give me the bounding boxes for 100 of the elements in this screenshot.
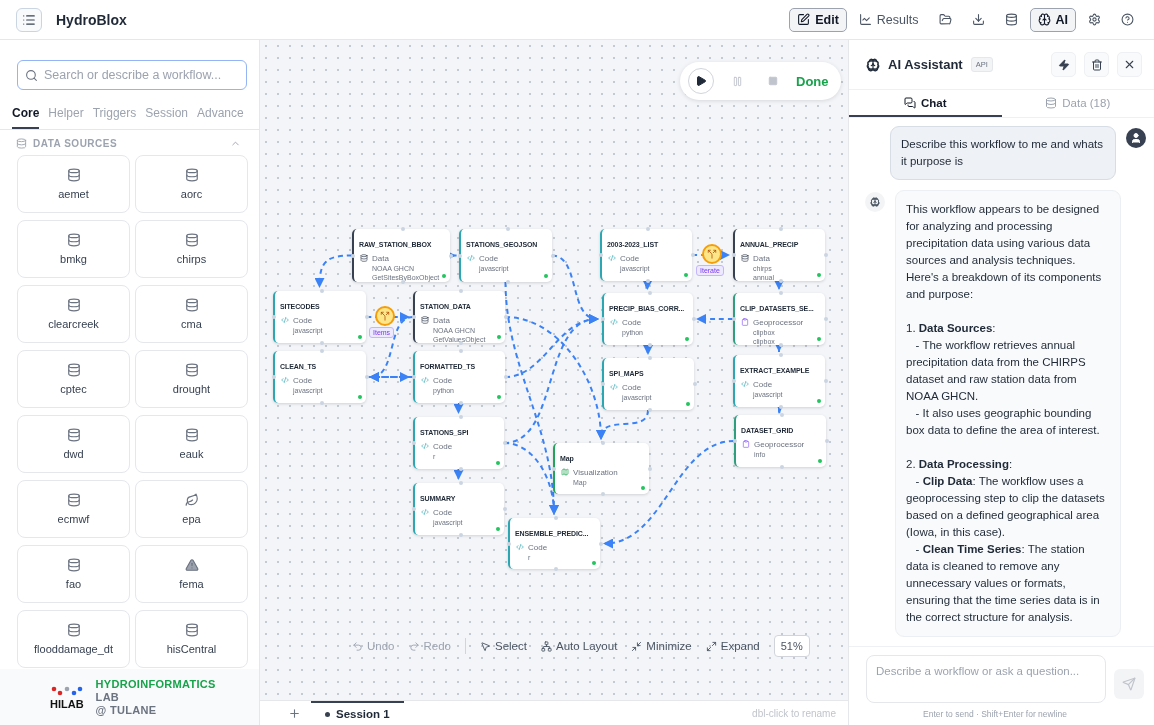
data-source-card[interactable]: fema xyxy=(135,545,248,603)
node-type: Geoprocessor xyxy=(753,318,804,328)
split-icon xyxy=(380,311,390,321)
expand-icon xyxy=(705,640,717,652)
brain-icon xyxy=(866,57,880,72)
iterator-badge[interactable] xyxy=(375,306,395,326)
status-dot xyxy=(496,527,500,531)
node-type: Data xyxy=(433,316,451,326)
code-icon xyxy=(516,543,524,551)
data-source-card[interactable]: clearcreek xyxy=(17,285,130,343)
select-icon xyxy=(480,640,491,652)
database-icon xyxy=(66,493,81,507)
delete-button[interactable] xyxy=(1084,52,1109,77)
search-field[interactable]: Search or describe a workflow... xyxy=(17,60,247,90)
database-icon xyxy=(66,168,81,182)
status-dot xyxy=(686,402,690,406)
node-type: Code xyxy=(620,254,641,264)
data-source-card[interactable]: cma xyxy=(135,285,248,343)
layout-button[interactable]: Auto Layout xyxy=(540,640,618,652)
node-type: Data xyxy=(372,254,390,264)
code-icon xyxy=(467,254,475,262)
select-button[interactable]: Select xyxy=(480,640,527,652)
data-source-card[interactable]: aemet xyxy=(17,155,130,213)
database-icon xyxy=(421,316,429,324)
results-button[interactable]: Results xyxy=(850,7,927,32)
code-icon xyxy=(610,318,618,326)
input-hint: Enter to send · Shift+Enter for newline xyxy=(922,709,1068,719)
app-title: HydroBlox xyxy=(56,11,127,28)
code-icon xyxy=(610,383,618,391)
status-dot xyxy=(442,274,446,278)
dot-icon xyxy=(325,711,330,717)
split-icon xyxy=(707,249,717,259)
status-dot xyxy=(358,335,362,339)
lab-name: HYDROINFORMATICS xyxy=(95,677,216,691)
chart-icon xyxy=(858,13,872,26)
undo-icon xyxy=(352,640,363,652)
database-icon xyxy=(16,138,27,149)
code-icon xyxy=(421,376,429,384)
status-dot xyxy=(497,335,501,339)
data-source-card[interactable]: drought xyxy=(135,350,248,408)
node-type: Code xyxy=(293,316,314,326)
data-source-card[interactable]: epa xyxy=(135,480,248,538)
data-source-card[interactable]: fao xyxy=(17,545,130,603)
database-icon xyxy=(184,623,199,637)
code-icon xyxy=(281,316,289,324)
menu-icon xyxy=(22,12,36,27)
status-dot xyxy=(685,337,689,341)
node-type: Geoprocessor xyxy=(754,440,805,450)
zoom-level[interactable]: 51% xyxy=(773,635,810,657)
node-type: Code xyxy=(433,442,453,452)
ai-button[interactable]: AI xyxy=(1029,7,1076,32)
database-icon xyxy=(66,558,81,572)
database-icon xyxy=(184,363,199,377)
edit-button[interactable]: Edit xyxy=(789,7,847,32)
logo-text: HILAB xyxy=(50,698,84,710)
clipboard-icon xyxy=(741,318,749,326)
database-icon xyxy=(184,233,199,247)
assistant-avatar xyxy=(865,192,885,212)
node-type: Data xyxy=(753,254,771,264)
panel-tab[interactable]: Chat xyxy=(849,90,1002,117)
node-type: Code xyxy=(622,318,643,328)
category-tab[interactable]: Core xyxy=(12,102,40,129)
search-icon xyxy=(25,69,38,82)
iterator-badge[interactable] xyxy=(702,244,722,264)
message-text: Describe this workflow to me and whats it purpose is xyxy=(901,137,1104,169)
code-icon xyxy=(741,380,749,388)
data-source-card[interactable]: ecmwf xyxy=(17,480,130,538)
code-icon xyxy=(608,254,616,262)
data-source-card[interactable]: chirps xyxy=(135,220,248,278)
data-source-card[interactable]: bmkg xyxy=(17,220,130,278)
status-dot xyxy=(684,273,688,277)
map-icon xyxy=(561,468,569,476)
menu-button[interactable] xyxy=(16,7,42,32)
data-source-card[interactable]: hisCentral xyxy=(135,610,248,668)
code-icon xyxy=(281,376,289,384)
bolt-button[interactable] xyxy=(1051,52,1076,77)
trash-icon xyxy=(1090,58,1103,71)
database-icon xyxy=(66,298,81,312)
node-type: Visualization xyxy=(573,468,618,478)
play-button[interactable] xyxy=(688,68,714,94)
layout-icon xyxy=(540,640,552,652)
message-text: 1. Data Sources: - The workflow retrieves annual precipitation data from the CHIRPS dataset and raw station data from NOAA GHCN. - It also uses geographic bounding box data to define the area of interest. xyxy=(906,321,1101,438)
database-icon xyxy=(66,233,81,247)
chat-input[interactable]: Describe a workflow or ask a question... xyxy=(866,655,1107,703)
status-dot xyxy=(497,395,501,399)
data-source-card[interactable]: aorc xyxy=(135,155,248,213)
data-source-card[interactable]: eauk xyxy=(135,415,248,473)
connector-arrow xyxy=(453,402,464,414)
plus-icon xyxy=(288,706,301,720)
close-button[interactable] xyxy=(1117,52,1142,77)
minimize-button[interactable]: Minimize xyxy=(631,640,692,652)
node-type: Code xyxy=(293,376,314,386)
database-icon xyxy=(1045,96,1058,109)
data-source-card[interactable]: dwd xyxy=(17,415,130,473)
data-source-card[interactable]: cptec xyxy=(17,350,130,408)
edit-icon xyxy=(797,13,811,26)
expand-button[interactable]: Expand xyxy=(705,640,760,652)
connector-arrow xyxy=(643,343,653,355)
node-type: Code xyxy=(622,383,643,393)
data-source-card[interactable]: flooddamage_dt xyxy=(17,610,130,668)
